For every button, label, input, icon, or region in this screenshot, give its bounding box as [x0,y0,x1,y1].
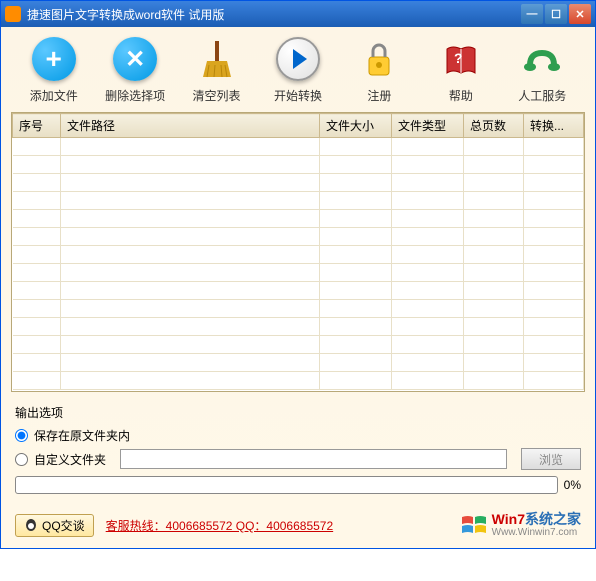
table-body [13,138,584,390]
qq-label: QQ交谈 [42,517,85,534]
table-row[interactable] [13,300,584,318]
delete-label: 删除选择项 [105,87,165,104]
help-label: 帮助 [449,87,473,104]
titlebar[interactable]: 捷速图片文字转换成word软件 试用版 — ☐ ✕ [1,1,595,27]
lock-icon [355,35,403,83]
progress-percent: 0% [564,478,581,492]
output-options: 输出选项 保存在原文件夹内 自定义文件夹 浏览 0% [1,396,595,508]
phone-icon [518,35,566,83]
broom-icon [193,35,241,83]
hotline-link[interactable]: 客服热线：4006685572 QQ：4006685572 [106,517,333,534]
watermark-url: Www.Winwin7.com [492,527,581,538]
watermark-brand: Win7系统之家 [492,512,581,527]
app-icon [5,6,21,22]
start-label: 开始转换 [274,87,322,104]
file-table[interactable]: 序号 文件路径 文件大小 文件类型 总页数 转换... [11,112,585,392]
delete-button[interactable]: ✕ 删除选择项 [94,35,175,104]
col-type[interactable]: 文件类型 [392,114,464,138]
table-row[interactable] [13,138,584,156]
custom-path-input[interactable] [120,449,507,469]
add-label: 添加文件 [30,87,78,104]
radio-original-folder[interactable] [15,429,28,442]
clear-button[interactable]: 清空列表 [176,35,257,104]
table-row[interactable] [13,336,584,354]
clear-label: 清空列表 [193,87,241,104]
footer: QQ交谈 客服热线：4006685572 QQ：4006685572 Win7系… [1,508,595,548]
col-index[interactable]: 序号 [13,114,61,138]
app-window: 捷速图片文字转换成word软件 试用版 — ☐ ✕ + 添加文件 ✕ 删除选择项… [0,0,596,549]
table-row[interactable] [13,264,584,282]
options-title: 输出选项 [15,404,581,421]
table-row[interactable] [13,174,584,192]
play-icon [274,35,322,83]
browse-button[interactable]: 浏览 [521,448,581,470]
qq-icon [24,518,38,532]
service-label: 人工服务 [518,87,566,104]
add-file-button[interactable]: + 添加文件 [13,35,94,104]
table-row[interactable] [13,228,584,246]
progress-bar [15,476,558,494]
service-button[interactable]: 人工服务 [502,35,583,104]
table-row[interactable] [13,210,584,228]
x-icon: ✕ [111,35,159,83]
radio-original-label[interactable]: 保存在原文件夹内 [34,427,130,444]
col-pages[interactable]: 总页数 [464,114,524,138]
book-icon: ? [437,35,485,83]
plus-icon: + [30,35,78,83]
table-row[interactable] [13,246,584,264]
qq-chat-button[interactable]: QQ交谈 [15,514,94,537]
table-row[interactable] [13,192,584,210]
watermark: Win7系统之家 Www.Winwin7.com [460,512,581,538]
table-row[interactable] [13,354,584,372]
maximize-button[interactable]: ☐ [545,4,567,24]
col-convert[interactable]: 转换... [524,114,584,138]
radio-custom-label[interactable]: 自定义文件夹 [34,451,106,468]
windows-flag-icon [460,513,488,537]
table-row[interactable] [13,282,584,300]
start-button[interactable]: 开始转换 [257,35,338,104]
window-title: 捷速图片文字转换成word软件 试用版 [27,6,521,23]
minimize-button[interactable]: — [521,4,543,24]
col-path[interactable]: 文件路径 [61,114,320,138]
table-row[interactable] [13,372,584,390]
toolbar: + 添加文件 ✕ 删除选择项 清空列表 开始转换 注册 ? 帮助 [1,27,595,108]
svg-text:?: ? [454,50,463,66]
col-size[interactable]: 文件大小 [320,114,392,138]
close-button[interactable]: ✕ [569,4,591,24]
help-button[interactable]: ? 帮助 [420,35,501,104]
table-row[interactable] [13,318,584,336]
register-label: 注册 [367,87,391,104]
window-buttons: — ☐ ✕ [521,4,591,24]
register-button[interactable]: 注册 [339,35,420,104]
radio-custom-folder[interactable] [15,453,28,466]
table-row[interactable] [13,156,584,174]
